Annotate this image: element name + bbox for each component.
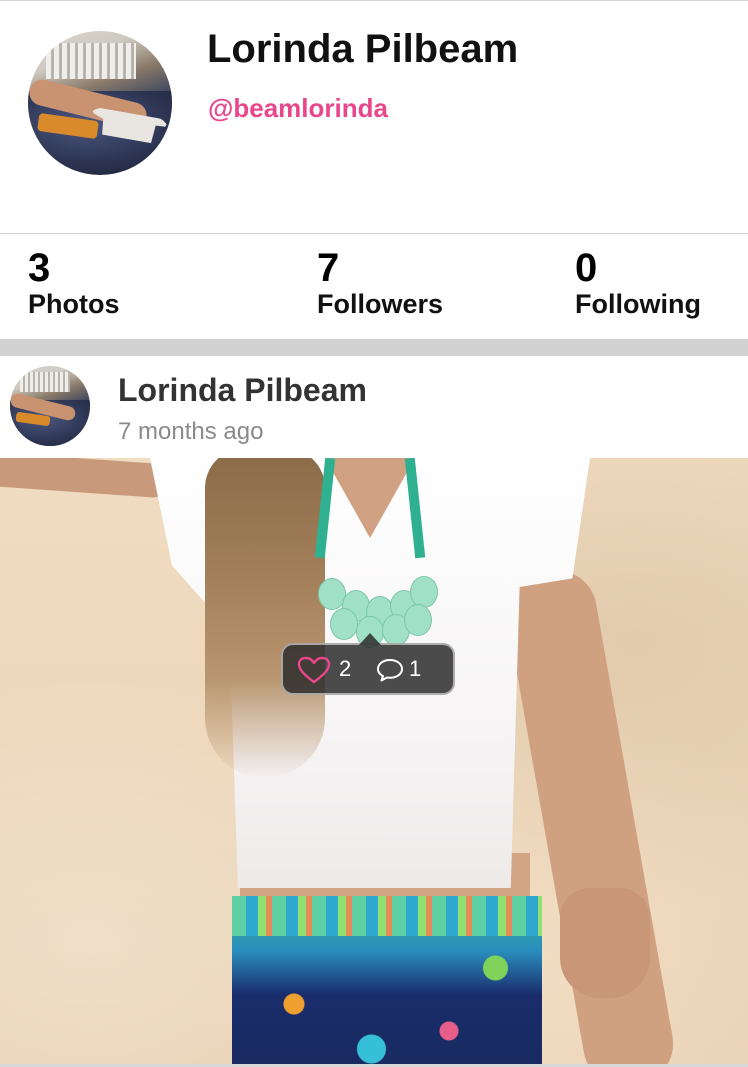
- profile-handle[interactable]: @beamlorinda: [208, 93, 388, 124]
- post-reactions-bubble: 2 1: [281, 633, 455, 695]
- photo-patterned-pants: [232, 896, 542, 1064]
- necklace-bead: [404, 604, 432, 636]
- photo-hair: [205, 458, 325, 778]
- stat-followers[interactable]: 7 Followers: [317, 248, 443, 320]
- stat-following-count: 0: [575, 246, 598, 290]
- stat-following-label: Following: [575, 289, 701, 319]
- avatar-radiator: [46, 43, 136, 79]
- avatar-radiator: [20, 372, 70, 392]
- post-author-name[interactable]: Lorinda Pilbeam: [118, 372, 367, 409]
- like-count: 2: [339, 656, 352, 681]
- stat-photos-count: 3: [28, 246, 51, 290]
- post-timestamp: 7 months ago: [118, 418, 264, 445]
- speech-bubble-icon[interactable]: [375, 657, 405, 683]
- profile-stats: 3 Photos 7 Followers 0 Following: [0, 233, 748, 340]
- post-author-avatar[interactable]: [10, 366, 90, 446]
- profile-header: Lorinda Pilbeam @beamlorinda: [0, 1, 748, 233]
- comment-count: 1: [409, 656, 422, 681]
- necklace-bead: [410, 576, 438, 608]
- stat-photos-label: Photos: [28, 289, 120, 319]
- post-header: Lorinda Pilbeam 7 months ago: [0, 356, 748, 458]
- profile-avatar[interactable]: [28, 31, 172, 175]
- stat-photos[interactable]: 3 Photos: [28, 248, 120, 320]
- stat-followers-count: 7: [317, 246, 340, 290]
- necklace-bead: [330, 608, 358, 640]
- stat-following[interactable]: 0 Following: [575, 248, 701, 320]
- post-photo[interactable]: 2 1: [0, 458, 748, 1064]
- heart-outline-icon[interactable]: [297, 656, 331, 684]
- stat-followers-label: Followers: [317, 289, 444, 319]
- section-divider: [0, 339, 748, 356]
- photo-right-hand: [560, 888, 650, 998]
- profile-display-name: Lorinda Pilbeam: [207, 27, 519, 71]
